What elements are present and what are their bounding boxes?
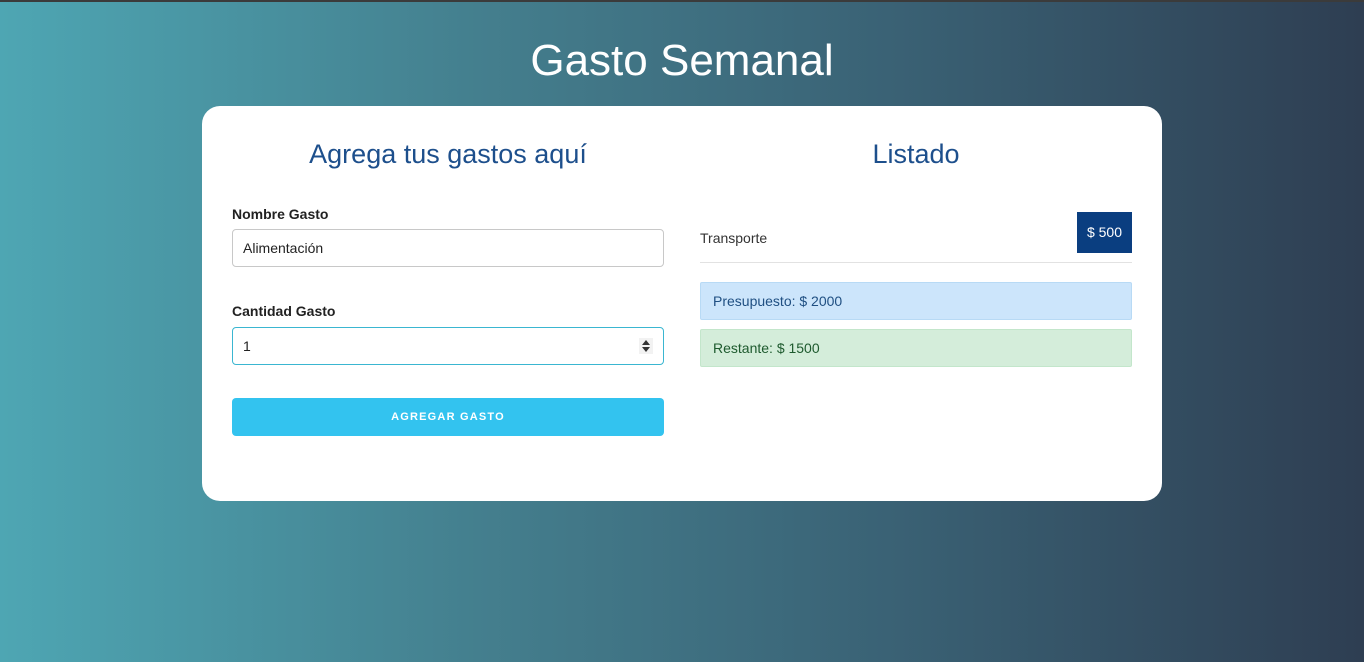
add-expense-button[interactable]: AGREGAR GASTO [232, 398, 664, 436]
budget-alert: Presupuesto: $ 2000 [700, 282, 1132, 320]
caret-down-icon[interactable] [642, 347, 650, 352]
expense-amount-input[interactable] [233, 328, 633, 364]
caret-up-icon[interactable] [642, 340, 650, 345]
main-card: Agrega tus gastos aquí Nombre Gasto Cant… [202, 106, 1162, 501]
expense-amount-badge: $ 500 [1076, 212, 1132, 253]
expense-amount-field[interactable] [232, 327, 664, 365]
number-spinner[interactable] [639, 338, 653, 354]
expense-name-input[interactable] [232, 229, 664, 267]
remaining-alert: Restante: $ 1500 [700, 329, 1132, 367]
expense-item-name: Transporte [700, 230, 768, 246]
list-item: Transporte $ 500 [700, 212, 1132, 263]
expense-name-label: Nombre Gasto [232, 206, 329, 222]
list-title: Listado [872, 139, 960, 169]
form-title: Agrega tus gastos aquí [309, 139, 587, 169]
page-title: Gasto Semanal [530, 36, 834, 85]
expense-amount-label: Cantidad Gasto [232, 303, 336, 319]
